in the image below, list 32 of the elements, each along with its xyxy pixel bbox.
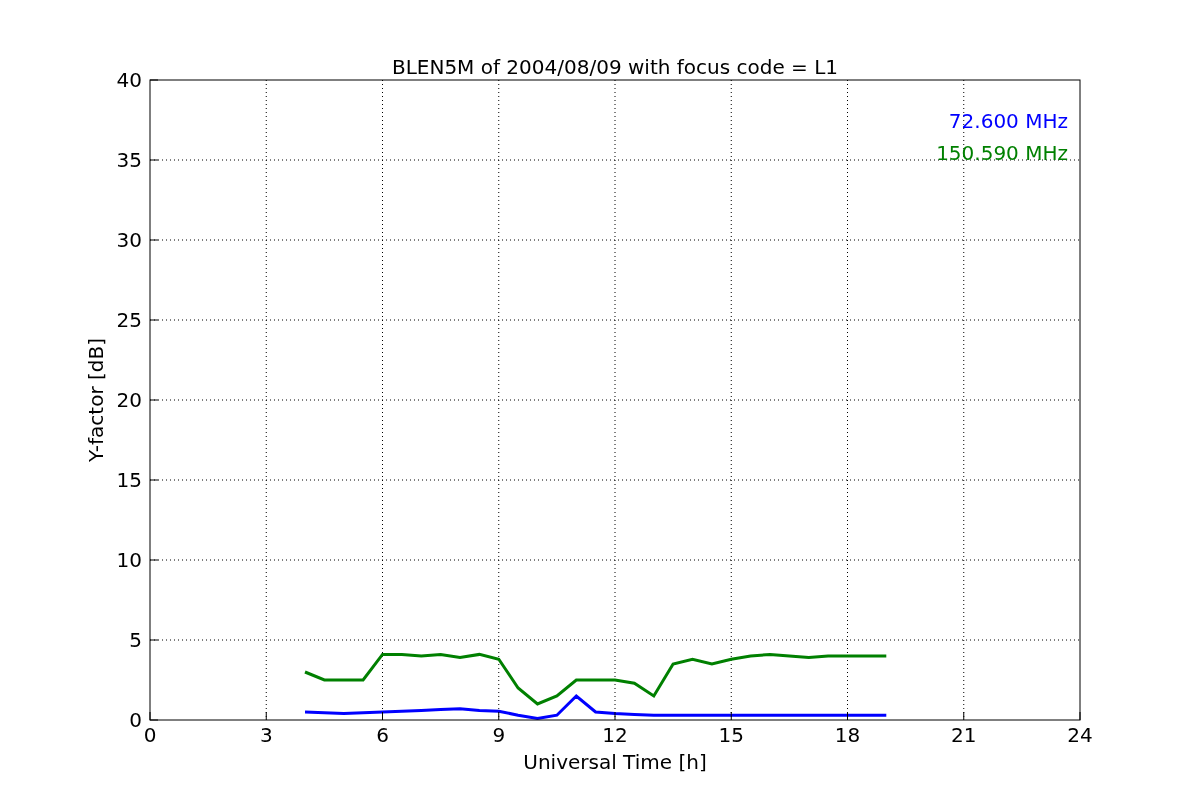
y-tick-label: 35 [116, 148, 142, 172]
x-axis-label: Universal Time [h] [523, 750, 707, 774]
x-tick-label: 3 [259, 723, 273, 747]
y-tick-label: 5 [129, 628, 142, 652]
tick-mark [1079, 711, 1081, 721]
x-tick-label: 12 [602, 723, 628, 747]
tick-mark [265, 711, 267, 721]
tick-mark [963, 711, 965, 721]
tick-mark [382, 711, 383, 721]
y-tick-label: 30 [116, 228, 142, 252]
x-tick-label: 6 [376, 723, 389, 747]
x-tick-label: 15 [718, 723, 744, 747]
y-tick-label: 25 [116, 308, 142, 332]
tick-mark [498, 711, 500, 721]
tick-mark [149, 79, 159, 81]
y-tick-label: 15 [116, 468, 142, 492]
x-tick-label: 9 [492, 723, 506, 747]
y-tick-label: 40 [116, 68, 142, 92]
legend-label: 150.590 MHz [936, 141, 1068, 165]
x-tick-label: 24 [1067, 723, 1093, 747]
x-tick-label: 18 [834, 723, 861, 747]
tick-mark [730, 711, 732, 721]
y-axis-label: Y-factor [dB] [84, 338, 108, 462]
x-tick-label: 21 [951, 723, 977, 747]
legend-label: 72.600 MHz [948, 109, 1068, 133]
chart-title: BLEN5M of 2004/08/09 with focus code = L1 [391, 55, 839, 79]
y-tick-label: 10 [116, 548, 142, 572]
y-tick-label: 20 [116, 388, 142, 412]
tick-mark [614, 711, 616, 721]
y-tick-label: 0 [129, 708, 142, 732]
x-tick-label: 0 [143, 723, 157, 747]
tick-mark [847, 711, 848, 721]
